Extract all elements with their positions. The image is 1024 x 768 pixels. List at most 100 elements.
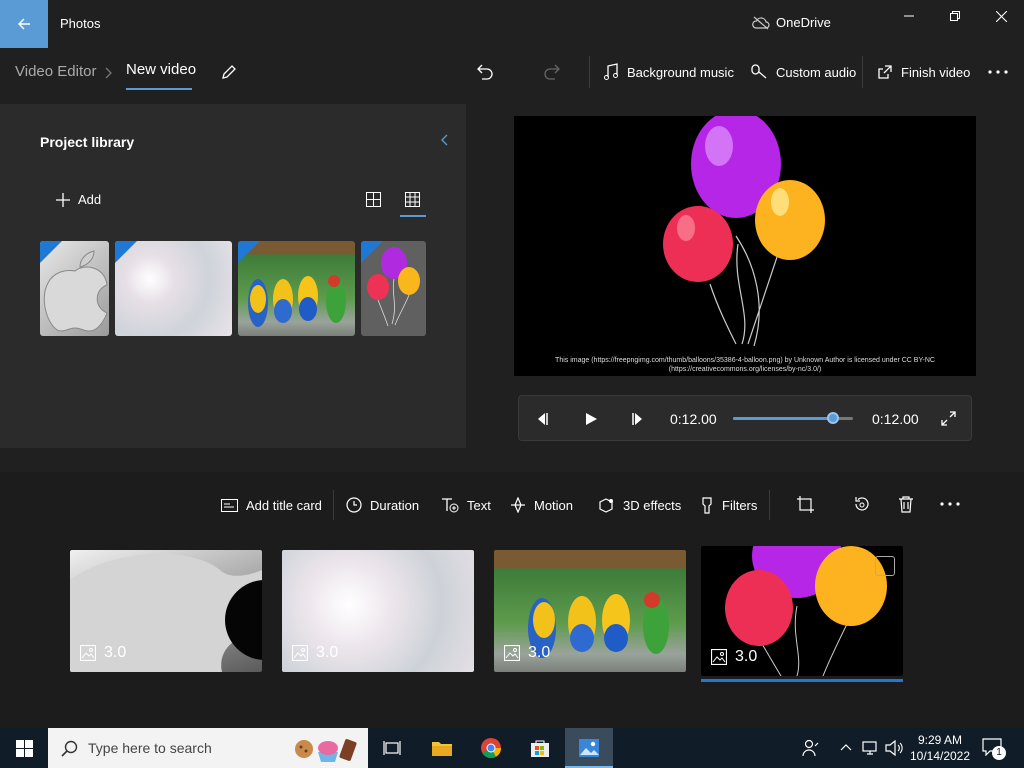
crop-icon[interactable] bbox=[797, 496, 814, 513]
selection-corner bbox=[40, 241, 62, 263]
filters-button[interactable]: Filters bbox=[700, 496, 757, 514]
library-item-apple[interactable] bbox=[40, 241, 109, 336]
photos-taskbar-button[interactable] bbox=[565, 728, 613, 768]
restore-button[interactable] bbox=[932, 0, 978, 32]
storyboard-clip-3[interactable]: 3.0 bbox=[494, 550, 686, 672]
3d-effects-label: 3D effects bbox=[623, 497, 682, 513]
filters-label: Filters bbox=[722, 497, 758, 513]
prev-frame-icon[interactable] bbox=[535, 412, 549, 426]
clip-duration-label: 3.0 bbox=[104, 644, 127, 661]
separator bbox=[862, 56, 863, 88]
breadcrumb-new-video[interactable]: New video bbox=[126, 61, 196, 78]
microphone-icon bbox=[751, 64, 767, 79]
custom-audio-button[interactable]: Custom audio bbox=[750, 62, 856, 82]
separator bbox=[769, 490, 770, 520]
people-icon[interactable] bbox=[802, 739, 820, 757]
3d-effects-button[interactable]: 3D effects bbox=[598, 496, 681, 514]
clock[interactable]: 9:29 AM 10/14/2022 bbox=[908, 732, 972, 764]
chevron-left-icon[interactable] bbox=[441, 134, 449, 146]
breadcrumb-video-editor[interactable]: Video Editor bbox=[15, 63, 96, 80]
text-button[interactable]: Text bbox=[441, 496, 491, 514]
image-icon bbox=[504, 645, 520, 661]
storyboard-clip-1[interactable]: 3.0 bbox=[70, 550, 262, 672]
clock-icon bbox=[346, 497, 362, 513]
background-music-button[interactable]: Background music bbox=[603, 62, 734, 82]
plus-icon bbox=[56, 192, 70, 207]
network-icon[interactable] bbox=[862, 740, 880, 756]
playback-controls: 0:12.00 0:12.00 bbox=[518, 395, 972, 441]
clip-selected-indicator bbox=[701, 679, 903, 682]
grid-small-icon[interactable] bbox=[366, 192, 381, 207]
library-item-parrots[interactable] bbox=[238, 241, 355, 336]
volume-icon[interactable] bbox=[885, 740, 903, 756]
breadcrumb-underline bbox=[126, 88, 192, 90]
library-item-bokeh[interactable] bbox=[115, 241, 232, 336]
view-selected-indicator bbox=[400, 215, 426, 217]
search-highlight-image bbox=[295, 739, 357, 762]
finish-video-button[interactable]: Finish video bbox=[877, 62, 970, 82]
video-preview[interactable]: This image (https://freepngimg.com/thumb… bbox=[514, 116, 976, 376]
restore-icon bbox=[950, 11, 960, 21]
start-button[interactable] bbox=[0, 728, 48, 768]
cloud-offline-icon bbox=[752, 16, 770, 29]
add-title-card-button[interactable]: Add title card bbox=[221, 496, 322, 514]
search-icon bbox=[61, 740, 78, 757]
total-time: 0:12.00 bbox=[872, 411, 919, 427]
library-item-balloons[interactable] bbox=[361, 241, 426, 336]
chevron-up-icon[interactable] bbox=[840, 743, 852, 751]
license-caption: This image (https://freepngimg.com/thumb… bbox=[555, 357, 935, 373]
onedrive-label: OneDrive bbox=[776, 15, 831, 30]
grid-large-icon[interactable] bbox=[405, 192, 420, 207]
title-bar: Photos OneDrive bbox=[0, 0, 1024, 48]
redo-icon[interactable] bbox=[543, 62, 561, 80]
notification-center-button[interactable]: 1 bbox=[982, 738, 1006, 761]
storyboard-clip-2[interactable]: 3.0 bbox=[282, 550, 474, 672]
clip-duration: 3.0 bbox=[711, 648, 757, 666]
add-media-button[interactable]: Add bbox=[56, 192, 101, 207]
chrome-button[interactable] bbox=[467, 728, 515, 768]
minimize-button[interactable] bbox=[886, 0, 932, 32]
back-button[interactable] bbox=[0, 0, 48, 48]
more-options-icon[interactable] bbox=[940, 502, 960, 506]
store-icon bbox=[531, 740, 549, 757]
task-view-button[interactable] bbox=[368, 728, 416, 768]
selection-corner bbox=[115, 241, 137, 263]
balloons-preview-image bbox=[663, 116, 825, 347]
app-title: Photos bbox=[60, 16, 101, 31]
command-bar: Video Editor New video Background music … bbox=[0, 48, 1024, 96]
close-button[interactable] bbox=[978, 0, 1024, 32]
pencil-icon[interactable] bbox=[220, 63, 238, 81]
effects-3d-icon bbox=[599, 497, 613, 513]
minimize-icon bbox=[904, 15, 914, 17]
text-icon bbox=[442, 498, 459, 513]
music-note-icon bbox=[604, 63, 618, 80]
storyboard-clip-4-selected[interactable]: 3.0 bbox=[701, 546, 903, 676]
file-explorer-button[interactable] bbox=[418, 728, 466, 768]
play-icon[interactable] bbox=[584, 412, 598, 426]
title-card-icon bbox=[221, 498, 238, 512]
motion-icon bbox=[511, 497, 525, 513]
onedrive-status[interactable]: OneDrive bbox=[752, 15, 831, 30]
rotate-icon[interactable] bbox=[853, 496, 870, 513]
fullscreen-icon[interactable] bbox=[941, 411, 956, 426]
store-button[interactable] bbox=[516, 728, 564, 768]
seek-track[interactable] bbox=[733, 412, 853, 424]
clock-date: 10/14/2022 bbox=[909, 749, 971, 763]
undo-icon[interactable] bbox=[476, 62, 494, 80]
chrome-icon bbox=[481, 738, 502, 759]
close-icon bbox=[995, 10, 1007, 22]
taskbar-search-box[interactable]: Type here to search bbox=[48, 728, 368, 768]
next-frame-icon[interactable] bbox=[631, 412, 645, 426]
more-icon[interactable] bbox=[988, 70, 1008, 74]
clip-select-checkbox[interactable] bbox=[875, 556, 895, 576]
seek-thumb[interactable] bbox=[826, 412, 839, 424]
project-library-panel: Project library Add bbox=[0, 104, 466, 448]
motion-button[interactable]: Motion bbox=[510, 496, 573, 514]
delete-icon[interactable] bbox=[898, 496, 914, 513]
finish-video-label: Finish video bbox=[901, 64, 971, 80]
image-icon bbox=[80, 645, 96, 661]
photos-icon bbox=[579, 739, 599, 757]
duration-button[interactable]: Duration bbox=[346, 496, 419, 514]
seek-fill bbox=[733, 417, 833, 420]
filters-icon bbox=[702, 496, 712, 514]
